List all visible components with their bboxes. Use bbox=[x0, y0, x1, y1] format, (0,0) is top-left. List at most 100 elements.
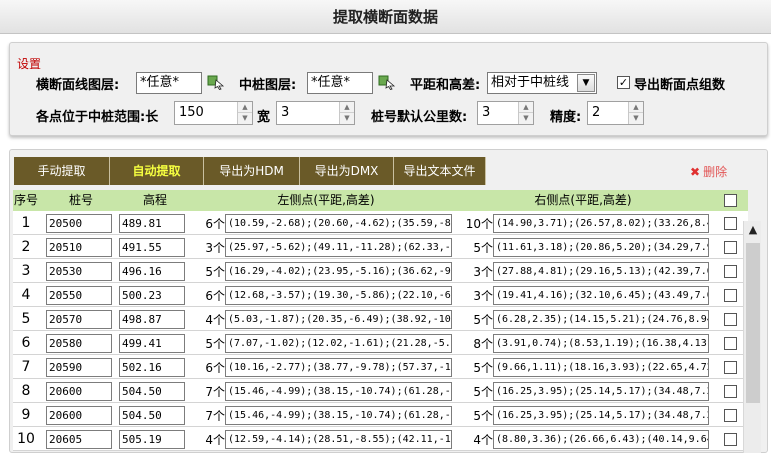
left-count-value: 3 bbox=[205, 241, 213, 255]
right-points-field[interactable]: (19.41,4.16);(32.10,6.45);(43.49,7.03 bbox=[493, 286, 709, 305]
export-text-button[interactable]: 导出文本文件 bbox=[394, 157, 486, 185]
station-field[interactable]: 20550 bbox=[46, 286, 112, 305]
chevron-down-icon[interactable]: ▼ bbox=[577, 74, 595, 92]
table-row[interactable]: 7 20590 502.16 6个 (10.16,-2.77);(38.77,-9.78… bbox=[13, 355, 748, 379]
row-checkbox[interactable] bbox=[724, 433, 737, 446]
left-points-field[interactable]: (16.29,-4.02);(23.95,-5.16);(36.62,-9 bbox=[225, 262, 452, 281]
right-points-field[interactable]: (27.88,4.81);(29.16,5.13);(42.39,7.08 bbox=[493, 262, 709, 281]
elevation-field[interactable]: 500.23 bbox=[119, 286, 185, 305]
table-row[interactable]: 4 20550 500.23 6个 (12.68,-3.57);(19.30,-5.86… bbox=[13, 283, 748, 307]
right-points-field[interactable]: (3.91,0.74);(8.53,1.19);(16.38,4.13); bbox=[493, 334, 709, 353]
station-field[interactable]: 20600 bbox=[46, 406, 112, 425]
elevation-field[interactable]: 496.16 bbox=[119, 262, 185, 281]
width-spinner[interactable]: 3 ▲ ▼ bbox=[276, 101, 355, 125]
manual-extract-button[interactable]: 手动提取 bbox=[14, 157, 110, 185]
left-points-field[interactable]: (15.46,-4.99);(38.15,-10.74);(61.28,- bbox=[225, 406, 452, 425]
vertical-scrollbar[interactable]: ▲ bbox=[743, 221, 761, 453]
offset-mode-select[interactable]: 相对于中桩线 ▼ bbox=[487, 72, 597, 94]
scroll-up-icon[interactable]: ▲ bbox=[744, 221, 762, 239]
left-points-field[interactable]: (25.97,-5.62);(49.11,-11.28);(62.33,- bbox=[225, 238, 452, 257]
left-points-field[interactable]: (15.46,-4.99);(38.15,-10.74);(61.28,- bbox=[225, 382, 452, 401]
right-count-value: 5 bbox=[473, 385, 481, 399]
row-checkbox[interactable] bbox=[724, 409, 737, 422]
section-layer-field[interactable]: *任意* bbox=[136, 72, 202, 94]
table-row[interactable]: 6 20580 499.41 5个 (7.07,-1.02);(12.02,-1.61)… bbox=[13, 331, 748, 355]
table-row[interactable]: 1 20500 489.81 6个 (10.59,-2.68);(20.60,-4.62… bbox=[13, 211, 748, 235]
left-points-field[interactable]: (7.07,-1.02);(12.02,-1.61);(21.28,-5. bbox=[225, 334, 452, 353]
export-hdm-button[interactable]: 导出为HDM bbox=[204, 157, 300, 185]
export-groups-checkbox[interactable]: ✓ bbox=[617, 76, 630, 89]
elevation-field[interactable]: 504.50 bbox=[119, 382, 185, 401]
station-field[interactable]: 20500 bbox=[46, 214, 112, 233]
table-row[interactable]: 10 20605 505.19 4个 (12.59,-4.14);(28.51,-8.5… bbox=[13, 427, 748, 451]
station-field[interactable]: 20510 bbox=[46, 238, 112, 257]
station-field[interactable]: 20590 bbox=[46, 358, 112, 377]
right-points-field[interactable]: (6.28,2.35);(14.15,5.21);(24.76,8.94) bbox=[493, 310, 709, 329]
center-layer-field[interactable]: *任意* bbox=[307, 72, 373, 94]
elevation-field[interactable]: 498.87 bbox=[119, 310, 185, 329]
precision-spinner[interactable]: 2 ▲ ▼ bbox=[587, 101, 644, 125]
right-points-field[interactable]: (8.80,3.36);(26.66,6.43);(40.14,9.64) bbox=[493, 430, 709, 449]
table-row[interactable]: 5 20570 498.87 4个 (5.03,-1.87);(20.35,-6.49)… bbox=[13, 307, 748, 331]
left-count-value: 6 bbox=[205, 289, 213, 303]
right-count-value: 10 bbox=[465, 217, 481, 231]
row-checkbox[interactable] bbox=[724, 289, 737, 302]
length-value: 150 bbox=[179, 105, 204, 120]
elevation-field[interactable]: 489.81 bbox=[119, 214, 185, 233]
scroll-thumb[interactable] bbox=[746, 243, 760, 403]
select-all-checkbox[interactable] bbox=[724, 194, 737, 207]
row-checkbox[interactable] bbox=[724, 385, 737, 398]
elevation-field[interactable]: 499.41 bbox=[119, 334, 185, 353]
spin-up-icon[interactable]: ▲ bbox=[629, 102, 643, 113]
elevation-field[interactable]: 491.55 bbox=[119, 238, 185, 257]
station-field[interactable]: 20530 bbox=[46, 262, 112, 281]
table-row[interactable]: 2 20510 491.55 3个 (25.97,-5.62);(49.11,-11.2… bbox=[13, 235, 748, 259]
length-spinner[interactable]: 150 ▲ ▼ bbox=[174, 101, 253, 125]
spin-down-icon[interactable]: ▼ bbox=[238, 113, 252, 124]
right-count-value: 5 bbox=[473, 361, 481, 375]
table-row[interactable]: 9 20600 504.50 7个 (15.46,-4.99);(38.15,-10.7… bbox=[13, 403, 748, 427]
left-count-value: 6 bbox=[205, 361, 213, 375]
spin-down-icon[interactable]: ▼ bbox=[340, 113, 354, 124]
left-points-field[interactable]: (12.68,-3.57);(19.30,-5.86);(22.10,-6 bbox=[225, 286, 452, 305]
elevation-field[interactable]: 505.19 bbox=[119, 430, 185, 449]
station-field[interactable]: 20600 bbox=[46, 382, 112, 401]
delete-button[interactable]: ✖ 删除 bbox=[690, 163, 727, 180]
pick-center-layer-icon[interactable] bbox=[378, 74, 396, 90]
right-points-field[interactable]: (11.61,3.18);(20.86,5.20);(34.29,7.93 bbox=[493, 238, 709, 257]
spin-down-icon[interactable]: ▼ bbox=[519, 113, 533, 124]
elevation-field[interactable]: 504.50 bbox=[119, 406, 185, 425]
row-checkbox[interactable] bbox=[724, 265, 737, 278]
pick-layer-icon[interactable] bbox=[207, 74, 225, 90]
left-points-field[interactable]: (10.59,-2.68);(20.60,-4.62);(35.59,-8 bbox=[225, 214, 452, 233]
station-field[interactable]: 20570 bbox=[46, 310, 112, 329]
right-points-field[interactable]: (16.25,3.95);(25.14,5.17);(34.48,7.29 bbox=[493, 406, 709, 425]
spin-up-icon[interactable]: ▲ bbox=[238, 102, 252, 113]
table-row[interactable]: 3 20530 496.16 5个 (16.29,-4.02);(23.95,-5.16… bbox=[13, 259, 748, 283]
left-points-field[interactable]: (12.59,-4.14);(28.51,-8.55);(42.11,-1 bbox=[225, 430, 452, 449]
right-points-field[interactable]: (9.66,1.11);(18.16,3.93);(22.65,4.72) bbox=[493, 358, 709, 377]
station-field[interactable]: 20580 bbox=[46, 334, 112, 353]
auto-extract-button[interactable]: 自动提取 bbox=[110, 157, 204, 185]
elevation-field[interactable]: 502.16 bbox=[119, 358, 185, 377]
right-points-field[interactable]: (16.25,3.95);(25.14,5.17);(34.48,7.29 bbox=[493, 382, 709, 401]
row-checkbox[interactable] bbox=[724, 241, 737, 254]
row-checkbox[interactable] bbox=[724, 217, 737, 230]
station-field[interactable]: 20605 bbox=[46, 430, 112, 449]
export-dmx-button[interactable]: 导出为DMX bbox=[300, 157, 394, 185]
left-count-value: 4 bbox=[205, 313, 213, 327]
row-checkbox[interactable] bbox=[724, 337, 737, 350]
row-checkbox[interactable] bbox=[724, 313, 737, 326]
left-point-count: 6个 bbox=[193, 283, 225, 309]
spin-up-icon[interactable]: ▲ bbox=[519, 102, 533, 113]
spin-up-icon[interactable]: ▲ bbox=[340, 102, 354, 113]
left-points-field[interactable]: (10.16,-2.77);(38.77,-9.78);(57.37,-1 bbox=[225, 358, 452, 377]
spin-down-icon[interactable]: ▼ bbox=[629, 113, 643, 124]
right-points-field[interactable]: (14.90,3.71);(26.57,8.02);(33.26,8.40 bbox=[493, 214, 709, 233]
left-points-field[interactable]: (5.03,-1.87);(20.35,-6.49);(38.92,-10 bbox=[225, 310, 452, 329]
window-title: 提取横断面数据 bbox=[0, 0, 771, 34]
km-digits-spinner[interactable]: 3 ▲ ▼ bbox=[477, 101, 534, 125]
table-row[interactable]: 8 20600 504.50 7个 (15.46,-4.99);(38.15,-10.7… bbox=[13, 379, 748, 403]
count-unit: 个 bbox=[480, 409, 493, 423]
row-checkbox[interactable] bbox=[724, 361, 737, 374]
